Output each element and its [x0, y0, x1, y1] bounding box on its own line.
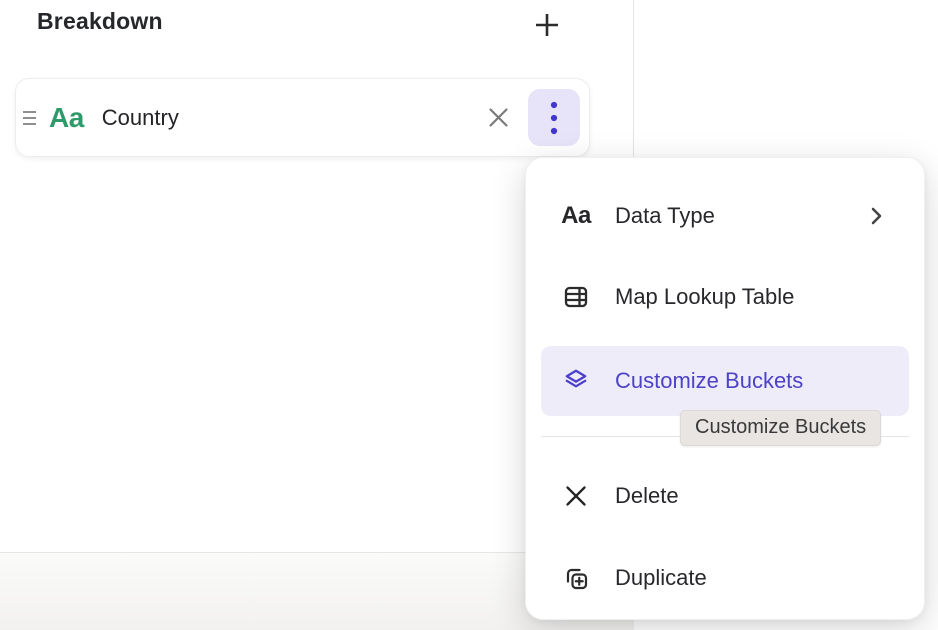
menu-item-duplicate[interactable]: Duplicate	[526, 536, 924, 620]
menu-item-label: Customize Buckets	[615, 368, 803, 394]
field-type-icon: Aa	[49, 102, 84, 134]
page-title: Breakdown	[37, 8, 163, 35]
drag-handle-icon[interactable]	[23, 109, 37, 127]
table-icon	[560, 283, 592, 311]
data-type-icon: Aa	[560, 202, 592, 230]
plus-icon	[532, 10, 562, 40]
chevron-right-icon	[868, 204, 884, 228]
kebab-menu-icon	[550, 99, 558, 137]
remove-field-button[interactable]	[482, 102, 514, 134]
field-menu-button[interactable]	[528, 89, 580, 146]
menu-item-label: Delete	[615, 483, 679, 509]
close-icon	[486, 105, 511, 130]
menu-item-map-lookup-table[interactable]: Map Lookup Table	[526, 256, 924, 337]
copy-plus-icon	[560, 564, 592, 592]
breakdown-field-row[interactable]: Aa Country	[15, 78, 590, 157]
breakdown-panel: Breakdown Aa Country	[0, 0, 938, 630]
menu-item-label: Data Type	[615, 203, 715, 229]
add-breakdown-button[interactable]	[529, 7, 565, 43]
field-context-menu: Aa Data Type Map Lookup Table	[525, 157, 925, 620]
menu-item-delete[interactable]: Delete	[526, 456, 924, 536]
field-name: Country	[102, 105, 179, 131]
menu-item-data-type[interactable]: Aa Data Type	[526, 175, 924, 256]
tooltip: Customize Buckets	[680, 410, 881, 446]
menu-item-label: Duplicate	[615, 565, 707, 591]
menu-item-customize-buckets[interactable]: Customize Buckets	[541, 346, 909, 416]
menu-item-label: Map Lookup Table	[615, 284, 794, 310]
layers-icon	[560, 367, 592, 395]
x-icon	[560, 483, 592, 509]
